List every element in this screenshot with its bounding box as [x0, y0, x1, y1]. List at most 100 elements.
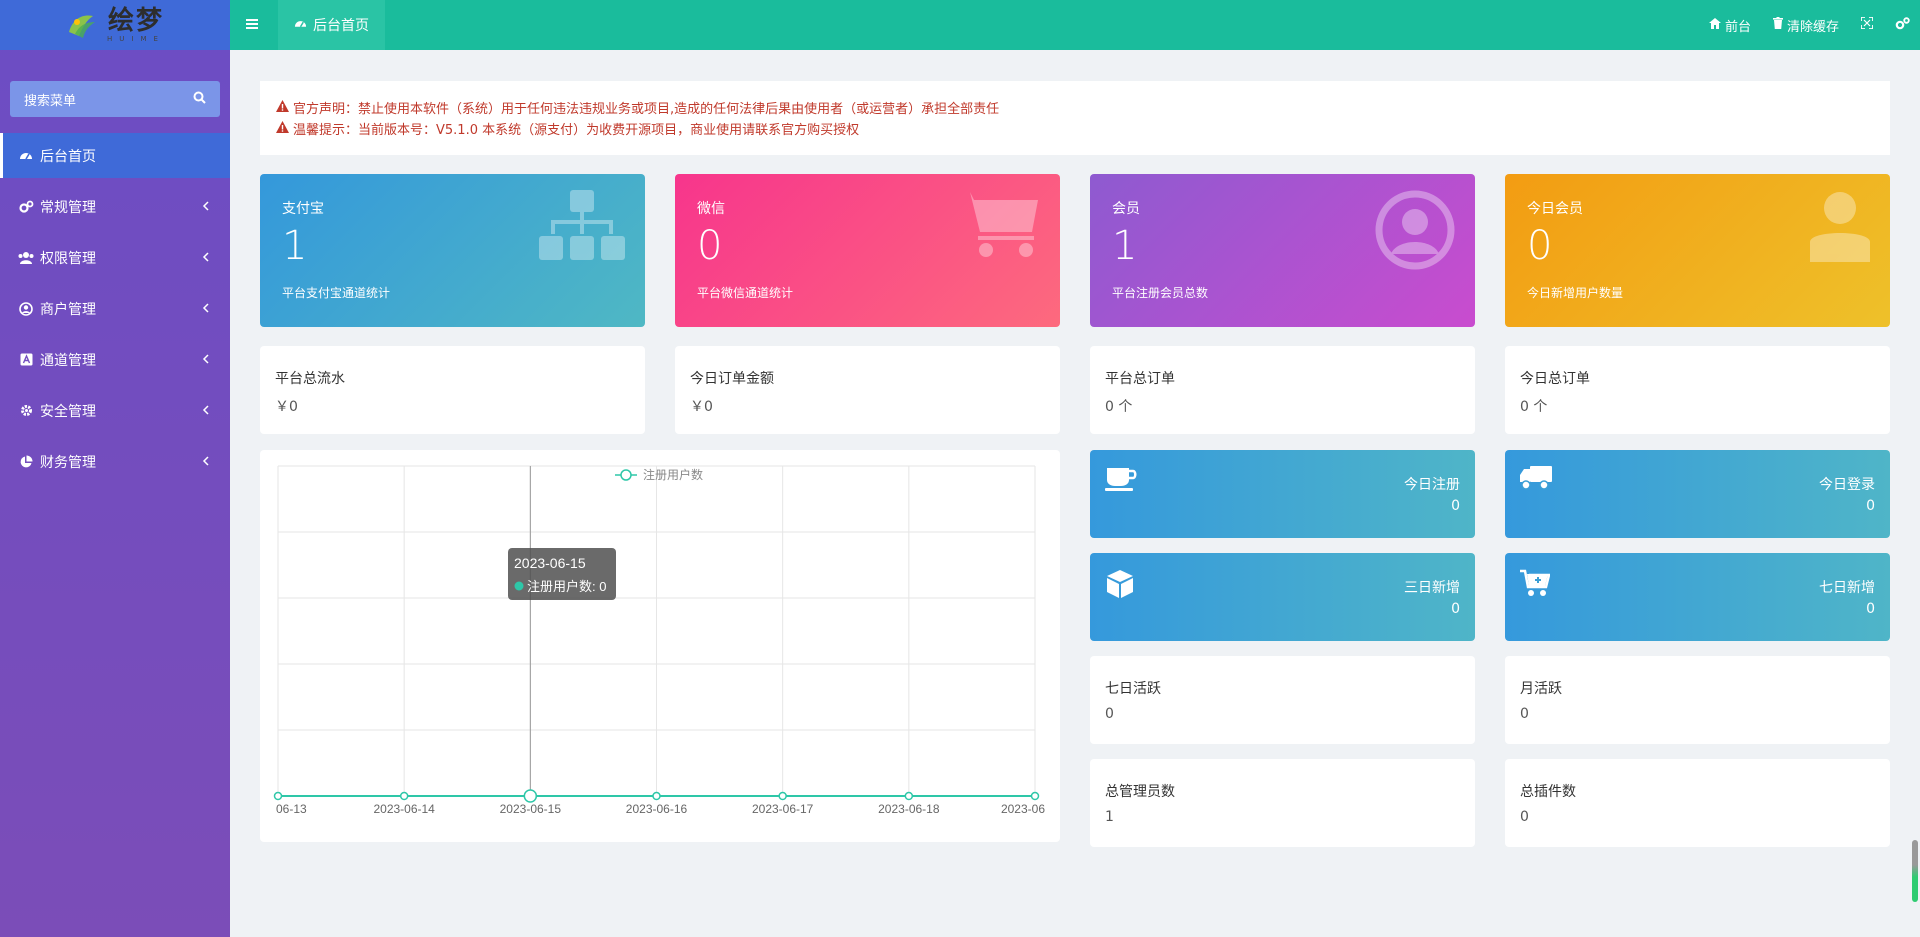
logo-mark-icon	[65, 8, 99, 42]
info-box-today-orders: 今日总订单 0 个	[1505, 346, 1890, 434]
gears-icon	[1895, 16, 1910, 34]
mini-value: 0	[1866, 498, 1875, 514]
truck-icon	[1520, 466, 1552, 494]
mini-title: 今日登录	[1819, 477, 1875, 493]
box-value: 0	[1520, 809, 1529, 825]
chevron-left-icon	[202, 200, 210, 212]
stat-card-wechat[interactable]: 微信 0 平台微信通道统计	[675, 174, 1060, 327]
sidebar-item-label: 权限管理	[40, 250, 96, 267]
mini-card-seven-day-new[interactable]: 七日新增 0	[1505, 553, 1890, 641]
topbar-actions: 前台 清除缓存	[1708, 0, 1910, 50]
menu-toggle-button[interactable]	[230, 0, 274, 50]
frontend-link[interactable]: 前台	[1708, 16, 1751, 35]
font-box-icon	[18, 352, 34, 368]
gear-icon	[18, 403, 34, 419]
sidebar-item-finance[interactable]: 财务管理	[0, 439, 230, 484]
sidebar-item-general[interactable]: 常规管理	[0, 184, 230, 229]
logo-subtitle: HUIME	[107, 34, 165, 43]
box-title: 今日总订单	[1520, 371, 1590, 387]
mini-title: 七日新增	[1819, 580, 1875, 596]
box-title: 平台总订单	[1105, 371, 1175, 387]
pie-chart-icon	[18, 454, 34, 470]
stat-card-alipay[interactable]: 支付宝 1 平台支付宝通道统计	[260, 174, 645, 327]
search-icon[interactable]	[193, 91, 206, 108]
data-point	[273, 791, 283, 801]
x-tick-label: 2023-06	[1001, 802, 1045, 816]
logo[interactable]: 绘梦 HUIME	[0, 0, 230, 50]
mini-card-today-register[interactable]: 今日注册 0	[1090, 450, 1475, 538]
cube-icon	[1105, 569, 1135, 603]
sitemap-icon	[539, 190, 625, 266]
trash-icon	[1772, 17, 1783, 33]
box-value: 0	[1105, 706, 1114, 722]
info-box-plugin-count: 总插件数 0	[1505, 759, 1890, 847]
sidebar-item-label: 商户管理	[40, 301, 96, 318]
coffee-icon	[1105, 466, 1137, 496]
info-box-admin-count: 总管理员数 1	[1090, 759, 1475, 847]
box-value: 0	[1520, 706, 1529, 722]
settings-button[interactable]	[1895, 16, 1910, 34]
user-icon	[1810, 190, 1870, 266]
mini-value: 0	[1451, 498, 1460, 514]
chevron-left-icon	[202, 455, 210, 467]
box-value: 1	[1105, 809, 1114, 825]
mini-value: 0	[1451, 601, 1460, 617]
mini-title: 三日新增	[1404, 580, 1460, 596]
data-point	[1030, 791, 1040, 801]
data-point	[652, 791, 661, 801]
warning-icon	[276, 99, 289, 116]
sidebar-item-permissions[interactable]: 权限管理	[0, 235, 230, 280]
user-circle-icon	[18, 301, 34, 317]
box-value: 0 个	[1105, 399, 1133, 415]
data-point	[523, 789, 538, 803]
chevron-left-icon	[202, 302, 210, 314]
tab-label: 后台首页	[313, 18, 369, 34]
chevron-left-icon	[202, 251, 210, 263]
mini-card-today-login[interactable]: 今日登录 0	[1505, 450, 1890, 538]
registration-chart[interactable]: 注册用户数 06-13 2023-06-14 2023-06-15 2023-06-1…	[260, 450, 1060, 842]
data-point	[904, 791, 914, 801]
box-title: 总插件数	[1520, 784, 1576, 800]
menu-search-input[interactable]: 搜索菜单	[10, 81, 220, 117]
cart-icon	[958, 190, 1040, 262]
chart-svg[interactable]: 注册用户数 06-13 2023-06-14 2023-06-15 2023-06-1…	[260, 450, 1060, 842]
chart-x-axis: 06-13 2023-06-14 2023-06-15 2023-06-16 2023-…	[276, 802, 1045, 816]
stat-desc: 平台支付宝通道统计	[282, 286, 391, 300]
x-tick-label: 2023-06-16	[626, 802, 688, 816]
sidebar-item-merchants[interactable]: 商户管理	[0, 286, 230, 331]
tooltip-value: 注册用户数: 0	[527, 579, 606, 594]
stat-card-today-members[interactable]: 今日会员 0 今日新增用户数量	[1505, 174, 1890, 327]
fullscreen-button[interactable]	[1860, 16, 1874, 33]
frontend-label: 前台	[1724, 19, 1751, 35]
logo-title: 绘梦	[107, 5, 164, 36]
stat-card-members[interactable]: 会员 1 平台注册会员总数	[1090, 174, 1475, 327]
stat-desc: 平台微信通道统计	[697, 286, 794, 300]
sidebar-item-security[interactable]: 安全管理	[0, 388, 230, 433]
scroll-indicator[interactable]	[1912, 840, 1918, 902]
fullscreen-icon	[1860, 16, 1874, 33]
mini-value: 0	[1866, 601, 1875, 617]
sidebar-item-label: 常规管理	[40, 199, 96, 216]
box-title: 今日订单金额	[690, 371, 774, 387]
sidebar-item-label: 安全管理	[40, 403, 96, 420]
sidebar-item-channels[interactable]: 通道管理	[0, 337, 230, 382]
dashboard-icon	[294, 17, 307, 33]
tab-dashboard[interactable]: 后台首页	[278, 0, 385, 50]
chart-tooltip: 2023-06-15 注册用户数: 0	[508, 548, 616, 600]
clear-cache-button[interactable]: 清除缓存	[1772, 16, 1839, 35]
x-tick-label: 06-13	[276, 802, 307, 816]
info-box-today-amount: 今日订单金额 ￥0	[675, 346, 1060, 434]
x-tick-label: 2023-06-18	[878, 802, 940, 816]
box-value: ￥0	[690, 399, 713, 415]
menu-search-placeholder: 搜索菜单	[24, 93, 77, 109]
sidebar-item-label: 财务管理	[40, 454, 96, 471]
box-title: 总管理员数	[1105, 784, 1175, 800]
box-value: ￥0	[275, 399, 298, 415]
box-value: 0 个	[1520, 399, 1548, 415]
sidebar-menu: 后台首页 常规管理 权限管理 商户管理 通道管理 安全管理 财务管理	[0, 133, 230, 490]
topbar: 后台首页 前台 清除缓存	[230, 0, 1920, 50]
gears-icon	[18, 199, 34, 215]
sidebar-item-dashboard[interactable]: 后台首页	[0, 133, 230, 178]
notice-panel: 官方声明：禁止使用本软件（系统）用于任何违法违规业务或项目,造成的任何法律后果由…	[260, 81, 1890, 155]
mini-card-three-day-new[interactable]: 三日新增 0	[1090, 553, 1475, 641]
